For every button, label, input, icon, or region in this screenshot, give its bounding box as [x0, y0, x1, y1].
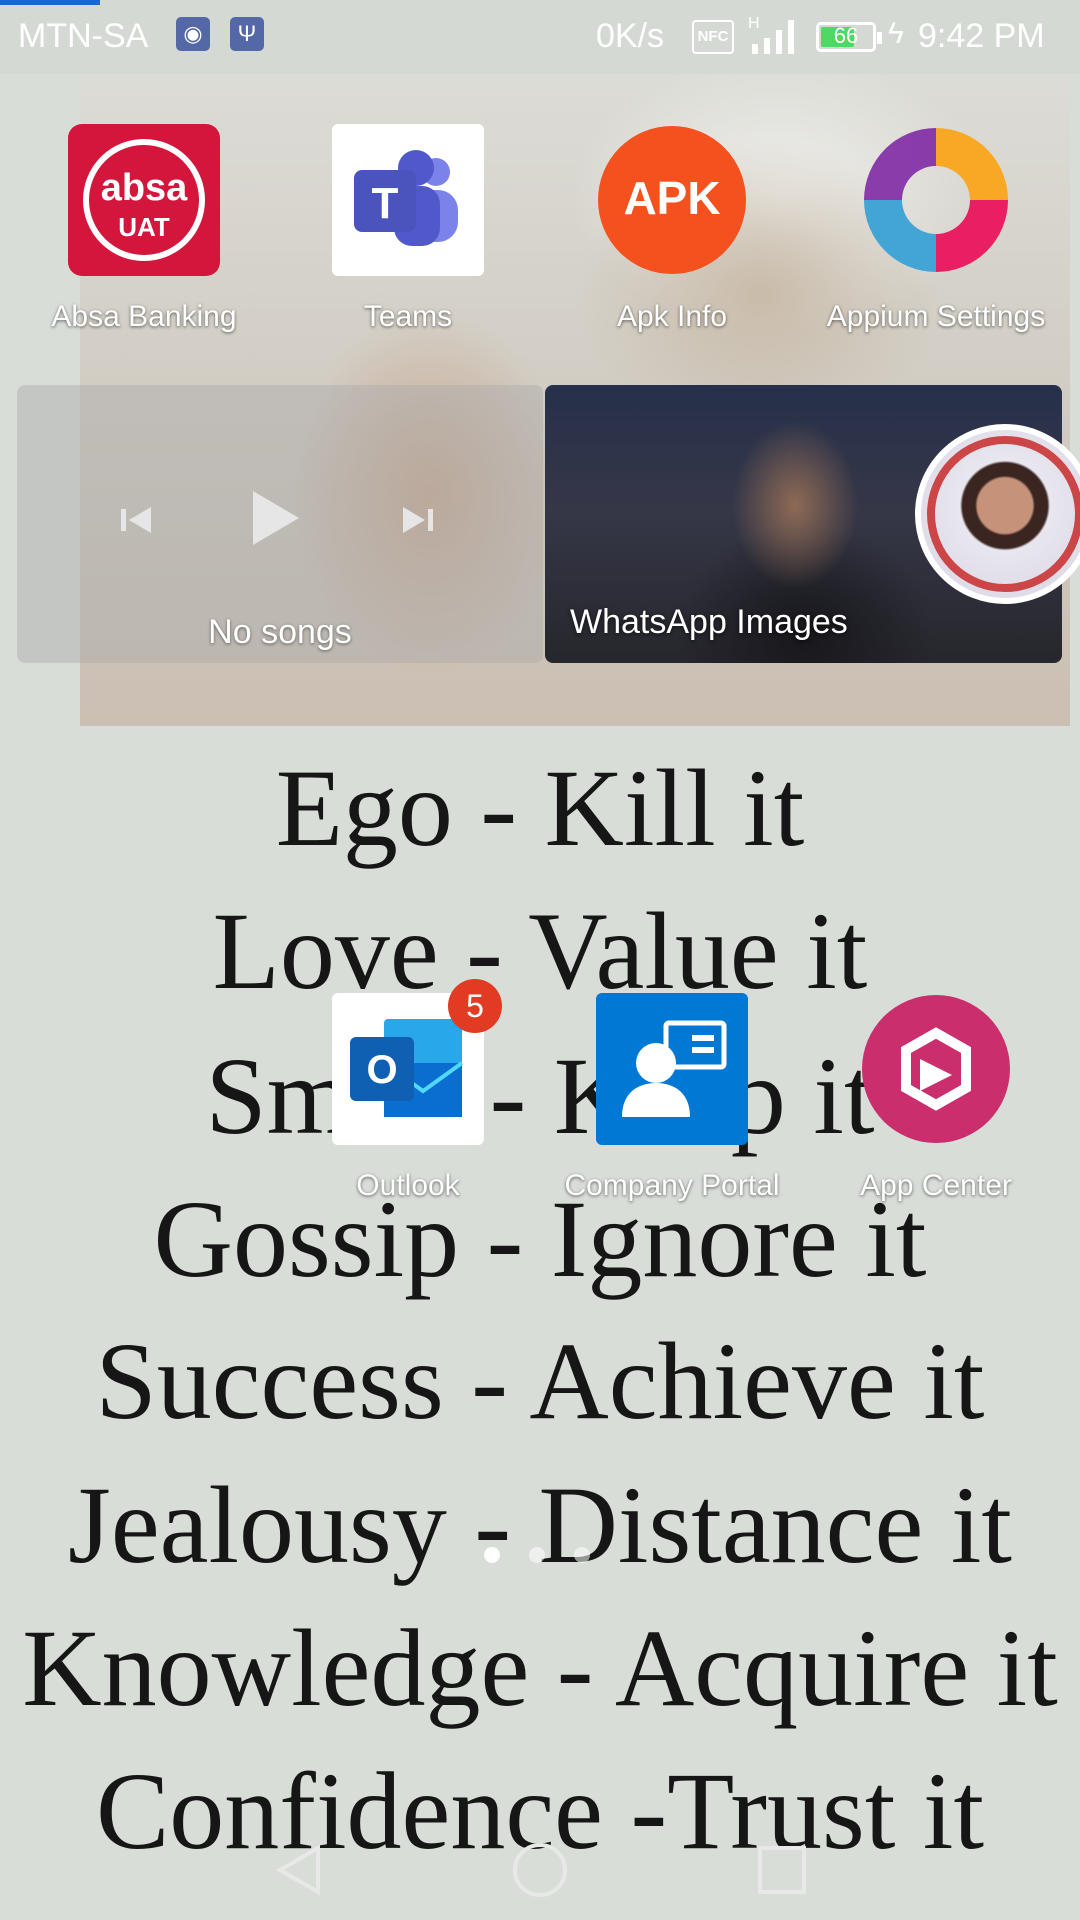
quote-line: Success - Achieve it: [95, 1320, 985, 1442]
svg-text:APK: APK: [623, 172, 720, 224]
play-icon[interactable]: [245, 485, 305, 556]
app-apk-info[interactable]: APK Apk Info: [542, 124, 802, 334]
network-speed: 0K/s: [596, 17, 665, 55]
gallery-album-label: WhatsApp Images: [570, 603, 848, 641]
app-label[interactable]: Outlook: [278, 1169, 538, 1203]
page-dot-2[interactable]: [529, 1547, 545, 1563]
page-indicator[interactable]: [484, 1547, 619, 1568]
outlook-icon[interactable]: O 5: [332, 979, 502, 1145]
app-label[interactable]: Company Portal: [542, 1169, 802, 1203]
download-progress-bar: [0, 0, 100, 5]
appium-settings-icon[interactable]: [860, 124, 1012, 276]
app-label[interactable]: Appium Settings: [806, 300, 1066, 334]
clock: 9:42 PM: [918, 17, 1045, 55]
app-label[interactable]: Absa Banking: [14, 300, 274, 334]
network-type: H: [748, 15, 760, 32]
quote-line: Ego - Kill it: [275, 747, 805, 869]
usb-icon: Ψ: [230, 17, 264, 51]
next-icon[interactable]: [397, 495, 437, 550]
svg-text:O: O: [366, 1048, 397, 1092]
app-outlook[interactable]: O 5 Outlook: [278, 979, 538, 1203]
app-label[interactable]: App Center: [806, 1169, 1066, 1203]
absa-banking-icon[interactable]: absa UAT: [68, 124, 220, 276]
nfc-icon: NFC: [692, 20, 734, 54]
unread-count-badge: 5: [448, 979, 502, 1033]
app-company-portal[interactable]: Company Portal: [542, 993, 802, 1203]
svg-text:T: T: [372, 179, 399, 228]
apk-info-icon[interactable]: APK: [596, 124, 748, 276]
app-label[interactable]: Apk Info: [542, 300, 802, 334]
avatar-frame: [927, 436, 1080, 592]
status-bar[interactable]: MTN-SA ◉ Ψ 0K/s NFC H 66 ϟ 9:42 PM: [0, 0, 1080, 74]
teams-icon[interactable]: T: [332, 124, 484, 276]
svg-text:UAT: UAT: [118, 212, 170, 242]
eye-notification-icon: ◉: [176, 17, 210, 51]
quote-line: Jealousy - Distance it: [68, 1464, 1012, 1586]
battery-icon: 66: [816, 22, 882, 52]
charging-icon: ϟ: [888, 17, 904, 50]
chat-head-avatar[interactable]: [915, 424, 1080, 604]
music-status: No songs: [208, 613, 352, 651]
home-icon[interactable]: [510, 1840, 570, 1905]
page-dot-1[interactable]: [484, 1547, 500, 1563]
music-widget[interactable]: No songs: [17, 385, 543, 663]
battery-level: 66: [833, 23, 859, 48]
navigation-bar: [0, 1830, 1080, 1920]
company-portal-icon[interactable]: [596, 993, 748, 1145]
app-absa-banking[interactable]: absa UAT Absa Banking: [14, 124, 274, 334]
carrier-name: MTN-SA: [18, 17, 149, 55]
svg-text:absa: absa: [101, 167, 188, 209]
signal-icon: H: [748, 14, 804, 67]
page-dot-3[interactable]: [574, 1547, 590, 1563]
recents-icon[interactable]: [752, 1840, 812, 1905]
quote-line: Knowledge - Acquire it: [22, 1607, 1058, 1729]
app-center-icon[interactable]: [860, 993, 1012, 1145]
back-icon[interactable]: [270, 1840, 330, 1905]
app-appium-settings[interactable]: Appium Settings: [806, 124, 1066, 334]
app-app-center[interactable]: App Center: [806, 993, 1066, 1203]
previous-icon[interactable]: [117, 495, 157, 550]
app-label[interactable]: Teams: [278, 300, 538, 334]
app-teams[interactable]: T Teams: [278, 124, 538, 334]
